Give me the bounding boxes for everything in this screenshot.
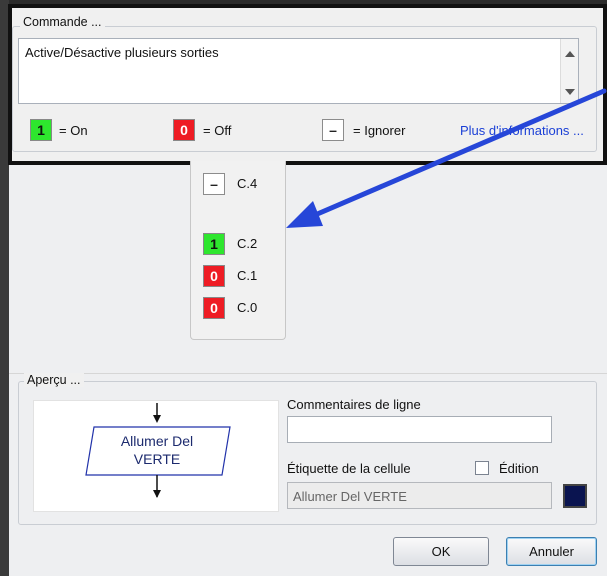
flowchart-block-line2: VERTE: [133, 451, 181, 467]
flowchart-block-line1: Allumer Del: [120, 433, 194, 449]
ok-button[interactable]: OK: [393, 537, 489, 566]
cell-label-value: Allumer Del VERTE: [293, 489, 407, 504]
preview-group-label: Aperçu ...: [24, 373, 84, 387]
line-comments-label: Commentaires de ligne: [287, 397, 421, 412]
cell-label-label: Étiquette de la cellule: [287, 461, 411, 476]
section-divider: [9, 373, 607, 374]
edit-checkbox-label: Édition: [499, 461, 539, 476]
flowchart-preview: Allumer Del VERTE: [33, 400, 279, 512]
cancel-button[interactable]: Annuler: [506, 537, 597, 566]
color-swatch-button[interactable]: [563, 484, 587, 508]
edit-checkbox[interactable]: [475, 461, 489, 475]
command-dialog: Commande ... Active/Désactive plusieurs …: [0, 0, 607, 576]
flowchart-block-text: Allumer Del VERTE: [92, 432, 222, 468]
line-comments-input[interactable]: [287, 416, 552, 443]
cell-label-input[interactable]: Allumer Del VERTE: [287, 482, 552, 509]
